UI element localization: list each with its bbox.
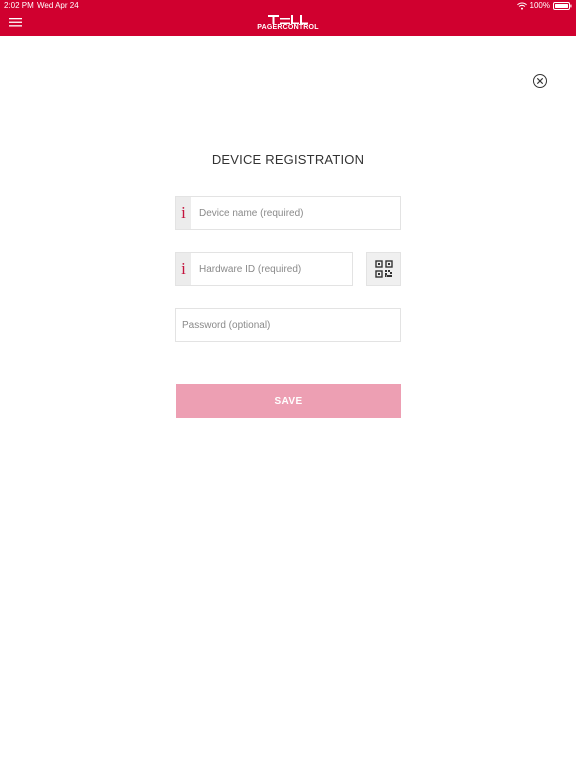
page-title: DEVICE REGISTRATION bbox=[211, 152, 365, 167]
logo: PAGERCONTROL bbox=[256, 14, 320, 34]
wifi-icon bbox=[516, 2, 527, 10]
hamburger-icon bbox=[9, 18, 22, 27]
info-icon[interactable]: i bbox=[176, 253, 191, 285]
password-field bbox=[175, 308, 401, 342]
qr-code-icon bbox=[374, 260, 393, 278]
logo-subtitle: PAGERCONTROL bbox=[257, 24, 319, 31]
battery-icon bbox=[553, 2, 572, 10]
save-button[interactable]: SAVE bbox=[176, 384, 401, 418]
top-bar: 2:02 PM Wed Apr 24 100% PAGERCONTROL bbox=[0, 0, 576, 36]
info-icon[interactable]: i bbox=[176, 197, 191, 229]
close-circle-icon bbox=[533, 74, 547, 88]
status-time: 2:02 PM bbox=[4, 1, 34, 10]
close-button[interactable] bbox=[532, 73, 548, 89]
battery-percent: 100% bbox=[529, 1, 550, 10]
status-indicators: 100% bbox=[516, 1, 572, 11]
device-name-field: i bbox=[175, 196, 401, 230]
hardware-id-field: i bbox=[175, 252, 353, 286]
password-input[interactable] bbox=[182, 309, 394, 341]
device-name-input[interactable] bbox=[199, 197, 395, 229]
hardware-id-input[interactable] bbox=[199, 253, 347, 285]
menu-button[interactable] bbox=[9, 17, 23, 28]
status-date: Wed Apr 24 bbox=[37, 1, 79, 10]
qr-scan-button[interactable] bbox=[366, 252, 401, 286]
